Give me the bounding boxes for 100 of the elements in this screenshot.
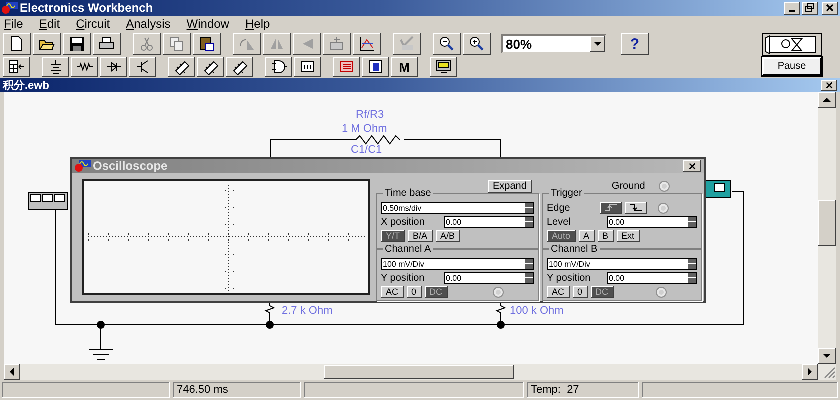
menu-item[interactable]: Window: [186, 17, 230, 31]
coupling-button[interactable]: 0: [572, 286, 588, 298]
component-label: Rf/R3: [356, 109, 384, 121]
expand-button[interactable]: Expand: [488, 180, 532, 192]
scroll-thumb[interactable]: [324, 365, 514, 379]
new-file-button[interactable]: [3, 33, 31, 55]
miscellaneous-button[interactable]: M: [391, 57, 418, 77]
coupling-button[interactable]: 0: [406, 286, 422, 298]
rising-edge-button[interactable]: [600, 202, 622, 214]
analog-ic-button[interactable]: [168, 57, 195, 77]
menu-item[interactable]: Analysis: [126, 17, 171, 31]
trigger-source-button[interactable]: A: [578, 230, 595, 242]
horizontal-scrollbar[interactable]: [4, 364, 836, 380]
transistors-button[interactable]: [129, 57, 156, 77]
page-icon: [9, 36, 25, 52]
rotate-button[interactable]: [233, 33, 261, 55]
flip-vertical-button[interactable]: [293, 33, 321, 55]
terminal-button[interactable]: [656, 286, 667, 298]
zoom-dropdown[interactable]: 80%: [501, 34, 607, 54]
coupling-button[interactable]: DC: [590, 286, 614, 298]
y-position-spinner[interactable]: 0.00: [607, 272, 697, 284]
terminal-button[interactable]: [659, 180, 670, 192]
oscilloscope-icon[interactable]: [705, 180, 731, 198]
falling-edge-icon: [630, 204, 642, 212]
menu-item[interactable]: Help: [245, 17, 270, 31]
digital-button[interactable]: [294, 57, 321, 77]
terminal-button[interactable]: [493, 286, 504, 298]
group-label: Time base: [383, 188, 434, 199]
mode-button[interactable]: A/B: [436, 230, 460, 242]
trigger-source-button[interactable]: B: [598, 230, 614, 242]
digital-ic-button[interactable]: [226, 57, 253, 77]
group-label: Channel A: [383, 244, 434, 255]
chip-icon: [202, 59, 218, 75]
sources-button[interactable]: [42, 57, 69, 77]
field-label: Y position: [381, 272, 425, 284]
help-button[interactable]: ?: [621, 33, 649, 55]
mode-button[interactable]: B/A: [408, 230, 433, 242]
volts-per-div-spinner[interactable]: 100 mV/Div: [547, 258, 697, 270]
power-switch[interactable]: [762, 33, 822, 56]
coupling-button[interactable]: DC: [424, 286, 448, 298]
diode-icon: [106, 59, 122, 75]
restore-button[interactable]: [802, 2, 818, 14]
graph-button[interactable]: [353, 33, 381, 55]
diodes-button[interactable]: [100, 57, 127, 77]
paste-button[interactable]: [193, 33, 221, 55]
coupling-button[interactable]: AC: [381, 286, 404, 298]
scroll-thumb[interactable]: [818, 200, 836, 246]
level-spinner[interactable]: 0.00: [607, 216, 697, 228]
function-generator-icon[interactable]: [28, 192, 68, 210]
clipboard-icon: [199, 36, 215, 52]
time-base-spinner[interactable]: 0.50ms/div: [381, 202, 534, 214]
oscilloscope-close-button[interactable]: [683, 160, 701, 172]
pause-button[interactable]: Pause: [762, 57, 822, 76]
cut-button[interactable]: [133, 33, 161, 55]
size-grip-icon[interactable]: [822, 365, 836, 379]
panel-icon: [368, 59, 384, 75]
printer-icon: [99, 36, 115, 52]
x-position-spinner[interactable]: 0.00: [444, 216, 534, 228]
zoom-in-button[interactable]: [463, 33, 491, 55]
oscilloscope-logo-icon: [75, 159, 91, 173]
close-icon: [688, 162, 696, 170]
close-button[interactable]: [822, 2, 838, 14]
print-button[interactable]: [93, 33, 121, 55]
copy-button[interactable]: [163, 33, 191, 55]
y-position-spinner[interactable]: 0.00: [444, 272, 534, 284]
document-close-button[interactable]: [821, 80, 837, 90]
parts-bin-button[interactable]: [3, 57, 30, 77]
rising-edge-icon: [605, 204, 617, 212]
minimize-button[interactable]: [784, 2, 800, 14]
logic-gates-button[interactable]: [265, 57, 292, 77]
component-label: C1/C1: [351, 144, 382, 156]
controls-button[interactable]: [362, 57, 389, 77]
volts-per-div-spinner[interactable]: 100 mV/Div: [381, 258, 534, 270]
menu-item[interactable]: Edit: [39, 17, 60, 31]
mode-button[interactable]: Y/T: [381, 230, 406, 242]
coupling-button[interactable]: AC: [547, 286, 570, 298]
flip-horizontal-button[interactable]: [263, 33, 291, 55]
bin-toggle-icon: [8, 59, 24, 75]
trigger-source-button[interactable]: Auto: [547, 230, 576, 242]
field-label: Edge: [547, 202, 572, 214]
terminal-button[interactable]: [658, 202, 669, 214]
trigger-source-button[interactable]: Ext: [616, 230, 640, 242]
falling-edge-button[interactable]: [625, 202, 647, 214]
instruments-button[interactable]: [430, 57, 457, 77]
indicators-button[interactable]: [333, 57, 360, 77]
save-button[interactable]: [63, 33, 91, 55]
status-temperature: Temp: 27: [527, 382, 639, 398]
vertical-scrollbar[interactable]: [818, 92, 836, 364]
open-button[interactable]: [33, 33, 61, 55]
chip-icon: [232, 59, 248, 75]
close-icon: [825, 3, 835, 13]
zoom-out-button[interactable]: [433, 33, 461, 55]
basic-parts-button[interactable]: [71, 57, 98, 77]
description-button[interactable]: [393, 33, 421, 55]
menu-item[interactable]: Circuit: [76, 17, 110, 31]
transistor-icon: [134, 59, 150, 75]
mixed-ic-button[interactable]: [197, 57, 224, 77]
subcircuit-button[interactable]: [323, 33, 351, 55]
graph-icon: [359, 36, 375, 52]
menu-item[interactable]: File: [4, 17, 24, 31]
